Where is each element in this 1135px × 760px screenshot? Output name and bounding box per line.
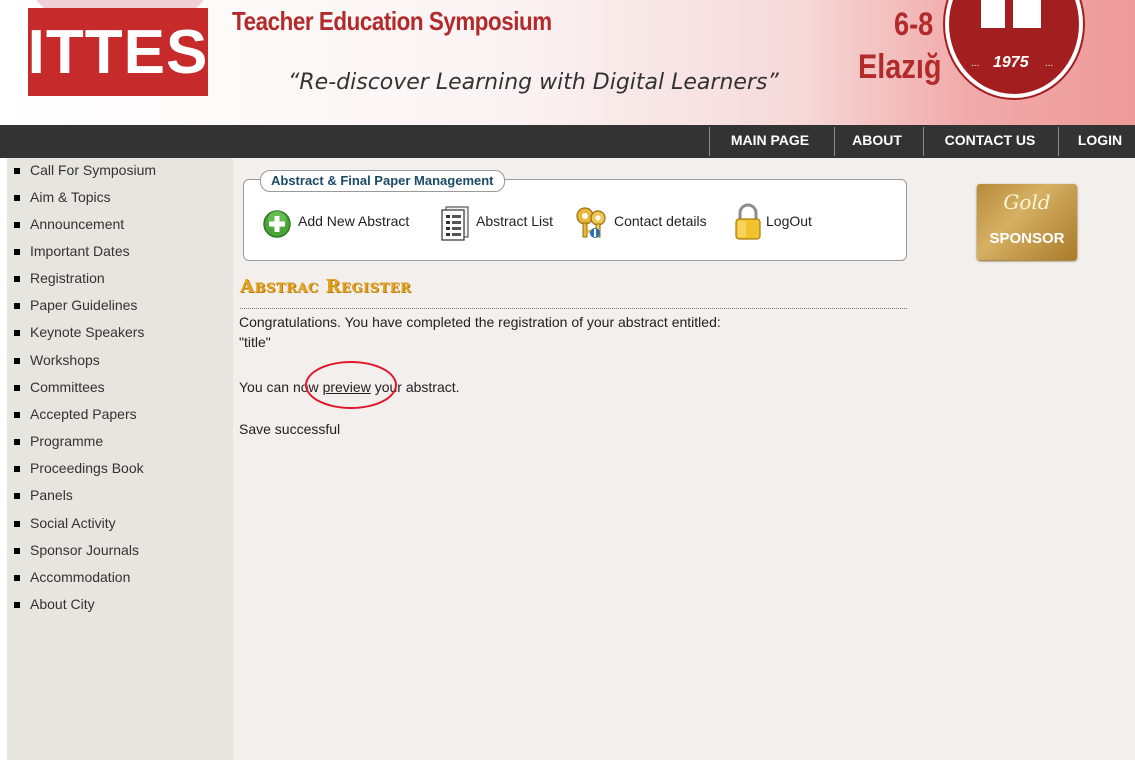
bullet-icon <box>14 385 20 391</box>
management-panel: Abstract & Final Paper Management Add Ne… <box>243 170 907 261</box>
seal-emblem-left <box>981 0 1005 28</box>
abstract-title-value: "title" <box>239 334 271 350</box>
sidebar-item-label: Social Activity <box>30 515 116 531</box>
nav-about[interactable]: ABOUT <box>840 125 914 158</box>
sidebar-item-label: Call For Symposium <box>30 162 157 178</box>
bullet-icon <box>14 466 20 472</box>
sponsor-tier-label: Gold <box>1003 190 1051 214</box>
bullet-icon <box>14 195 20 201</box>
sidebar-item-label: Proceedings Book <box>30 460 144 476</box>
main-content: Abstract & Final Paper Management Add Ne… <box>233 158 1135 760</box>
bullet-icon <box>14 602 20 608</box>
sidebar-item-label: Programme <box>30 433 104 449</box>
bullet-icon <box>14 330 20 336</box>
page-title: Abstrac Register <box>240 276 412 297</box>
gold-sponsor-badge[interactable]: Gold SPONSOR <box>977 184 1077 260</box>
save-status-message: Save successful <box>239 421 341 437</box>
contact-details-label: Contact details <box>614 213 707 229</box>
bullet-icon <box>14 575 20 581</box>
nav-contact-us[interactable]: CONTACT US <box>930 125 1050 158</box>
plus-icon <box>263 210 291 238</box>
bullet-icon <box>14 548 20 554</box>
bullet-icon <box>14 303 20 309</box>
nav-separator <box>923 127 924 156</box>
logout-button[interactable]: LogOut <box>734 203 834 241</box>
padlock-icon <box>735 203 761 240</box>
site-header: ITTES Teacher Education Symposium “Re-di… <box>0 0 1135 125</box>
management-panel-title: Abstract & Final Paper Management <box>260 170 505 192</box>
sidebar-item-label: Registration <box>30 270 105 286</box>
bullet-icon <box>14 276 20 282</box>
add-new-abstract-button[interactable]: Add New Abstract <box>260 205 430 241</box>
nav-separator <box>834 127 835 156</box>
abstract-list-label: Abstract List <box>476 213 554 229</box>
sponsor-label: SPONSOR <box>989 230 1065 247</box>
sidebar-item-label: Accepted Papers <box>30 406 137 422</box>
sidebar-item-label: About City <box>30 596 95 612</box>
top-nav: MAIN PAGE ABOUT CONTACT US LOGIN <box>0 125 1135 158</box>
bullet-icon <box>14 439 20 445</box>
sidebar-item-label: Important Dates <box>30 243 130 259</box>
university-seal-icon: 1975 ... ... <box>945 0 1083 98</box>
event-title: Teacher Education Symposium <box>232 6 552 36</box>
document-list-icon <box>441 206 469 241</box>
sidebar-item-label: Paper Guidelines <box>30 297 138 313</box>
bullet-icon <box>14 521 20 527</box>
annotation-circle <box>305 361 397 409</box>
sidebar-item-label: Committees <box>30 379 105 395</box>
nav-main-page[interactable]: MAIN PAGE <box>715 125 825 158</box>
sidebar-item-label: Aim & Topics <box>30 189 111 205</box>
event-tagline: “Re-discover Learning with Digital Learn… <box>288 70 779 95</box>
sidebar-item-label: Sponsor Journals <box>30 542 139 558</box>
sidebar-item-label: Keynote Speakers <box>30 324 145 340</box>
bullet-icon <box>14 249 20 255</box>
title-divider <box>240 308 907 309</box>
nav-separator <box>709 127 710 156</box>
nav-login[interactable]: LOGIN <box>1068 125 1132 158</box>
nav-separator <box>1058 127 1059 156</box>
bullet-icon <box>14 222 20 228</box>
sidebar-item-label: Accommodation <box>30 569 131 585</box>
event-city: Elazığ <box>858 48 942 86</box>
contact-details-button[interactable]: Contact details <box>574 205 724 241</box>
sidebar-item-label: Announcement <box>30 216 125 232</box>
sidebar-item-label: Workshops <box>30 352 100 368</box>
bullet-icon <box>14 168 20 174</box>
abstract-list-button[interactable]: Abstract List <box>436 205 566 241</box>
seal-dots-right: ... <box>1045 58 1054 69</box>
add-new-abstract-label: Add New Abstract <box>298 213 410 229</box>
sidebar-item-label: Panels <box>30 487 73 503</box>
keys-icon <box>576 207 606 238</box>
logo-text: ITTES <box>27 17 209 87</box>
bullet-icon <box>14 493 20 499</box>
bullet-icon <box>14 412 20 418</box>
seal-year: 1975 <box>993 54 1029 71</box>
site-logo[interactable]: ITTES <box>28 8 208 96</box>
seal-dots-left: ... <box>971 58 980 69</box>
event-dates: 6-8 <box>894 6 934 42</box>
sidebar-menu: Call For Symposium Aim & Topics Announce… <box>7 158 233 760</box>
seal-emblem-right <box>1013 0 1041 28</box>
logout-label: LogOut <box>766 213 812 229</box>
registration-complete-message: Congratulations. You have completed the … <box>239 314 721 330</box>
bullet-icon <box>14 358 20 364</box>
